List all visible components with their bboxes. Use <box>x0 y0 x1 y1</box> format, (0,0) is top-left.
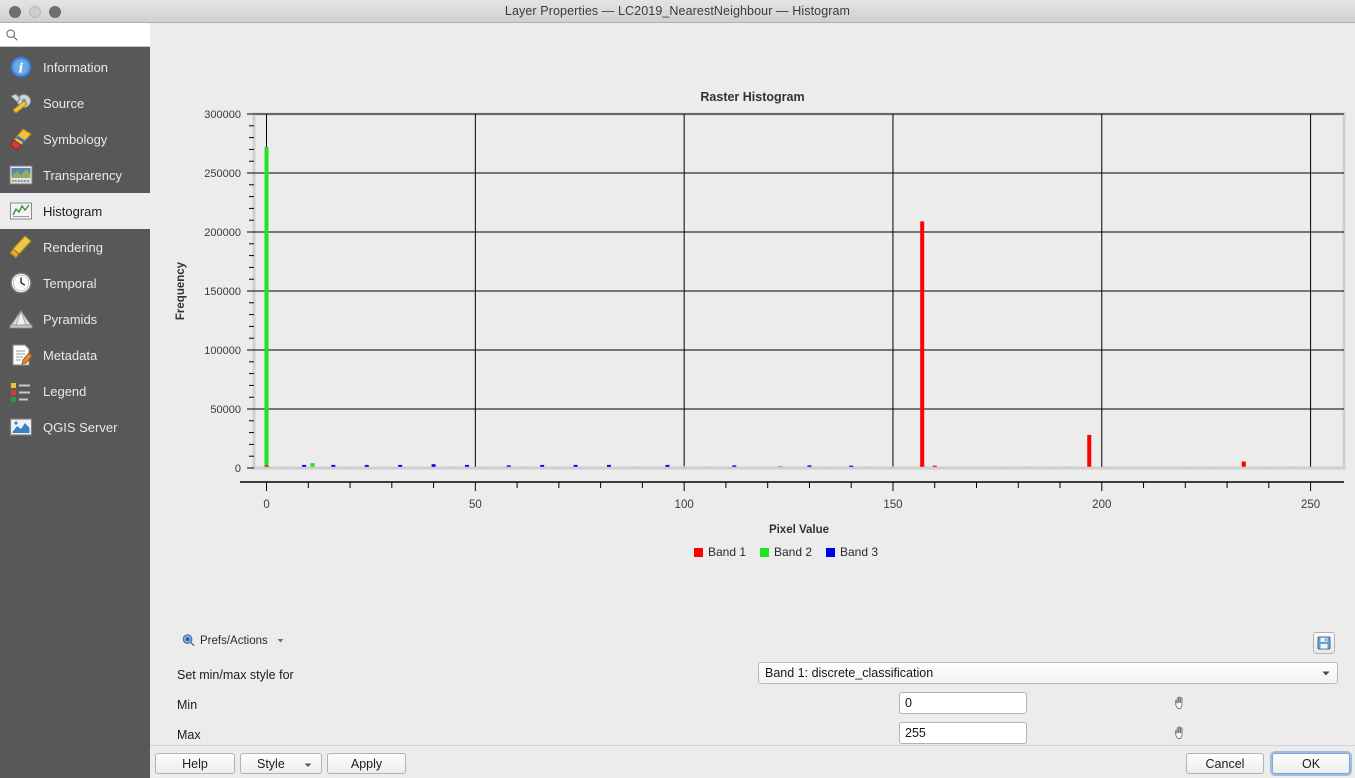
sidebar-item-label: Pyramids <box>43 311 98 327</box>
svg-text:200: 200 <box>1092 499 1111 511</box>
sidebar-item-label: Information <box>43 59 109 75</box>
svg-text:150000: 150000 <box>204 286 241 298</box>
chevron-down-icon <box>304 763 312 767</box>
information-icon: i <box>10 56 32 78</box>
sidebar-nav: i Information Source Symbology Transpare… <box>0 49 150 445</box>
symbology-icon <box>9 128 32 151</box>
svg-text:0: 0 <box>235 463 241 475</box>
prefs-actions-label: Prefs/Actions <box>200 634 268 647</box>
svg-text:Pixel Value: Pixel Value <box>769 524 829 536</box>
sidebar-item-label: Metadata <box>43 347 98 363</box>
chevron-down-icon <box>277 639 284 643</box>
sidebar-item-qgis-server[interactable]: QGIS Server <box>0 409 150 445</box>
svg-text:50000: 50000 <box>210 404 241 416</box>
band-select-combobox[interactable]: Band 1: discrete_classification <box>758 662 1338 684</box>
svg-text:Frequency: Frequency <box>175 261 187 320</box>
sidebar-item-source[interactable]: Source <box>0 85 150 121</box>
sidebar-item-symbology[interactable]: Symbology <box>0 121 150 157</box>
svg-text:150: 150 <box>883 499 902 511</box>
svg-text:250000: 250000 <box>204 168 241 180</box>
sidebar-item-legend[interactable]: Legend <box>0 373 150 409</box>
apply-button[interactable]: Apply <box>327 753 406 774</box>
close-window-button[interactable] <box>9 6 21 18</box>
svg-text:Band 3: Band 3 <box>840 545 878 559</box>
svg-text:i: i <box>19 62 24 77</box>
sidebar-item-label: Transparency <box>43 167 122 183</box>
search-input[interactable] <box>19 24 139 45</box>
cancel-button[interactable]: Cancel <box>1186 753 1264 774</box>
main-panel: Raster Histogram 0 50000 100000 150000 20000… <box>150 23 1355 745</box>
pyramids-icon <box>9 309 33 329</box>
sidebar-item-information[interactable]: i Information <box>0 49 150 85</box>
svg-text:100: 100 <box>675 499 694 511</box>
sidebar-item-label: Source <box>43 95 85 111</box>
sidebar-item-label: Symbology <box>43 131 108 147</box>
help-button[interactable]: Help <box>155 753 235 774</box>
set-minmax-style-label: Set min/max style for <box>177 668 294 682</box>
min-label: Min <box>177 698 198 712</box>
band-select-value: Band 1: discrete_classification <box>765 666 934 680</box>
sidebar-search[interactable] <box>0 23 150 47</box>
svg-text:Band 1: Band 1 <box>708 545 746 559</box>
prefs-actions-icon <box>182 634 195 647</box>
sidebar-item-transparency[interactable]: Transparency <box>0 157 150 193</box>
histogram-chart-svg[interactable]: 0 50000 100000 150000 200000 250000 300000 0 50 1… <box>154 28 1351 623</box>
layer-properties-window: Layer Properties — LC2019_NearestNeighbo… <box>0 0 1355 778</box>
metadata-icon <box>12 344 33 366</box>
min-picker-hand-icon[interactable] <box>1172 694 1190 712</box>
rendering-icon <box>9 235 32 259</box>
title-bar: Layer Properties — LC2019_NearestNeighbo… <box>0 0 1355 23</box>
save-floppy-icon <box>1317 636 1331 650</box>
svg-text:200000: 200000 <box>204 227 241 239</box>
sidebar-item-metadata[interactable]: Metadata <box>0 337 150 373</box>
max-input[interactable] <box>899 722 1027 744</box>
svg-text:0: 0 <box>263 499 269 511</box>
temporal-icon <box>10 272 32 294</box>
svg-text:300000: 300000 <box>204 109 241 121</box>
sidebar-item-temporal[interactable]: Temporal <box>0 265 150 301</box>
sidebar: i Information Source Symbology Transpare… <box>0 23 157 778</box>
svg-text:100000: 100000 <box>204 345 241 357</box>
max-label: Max <box>177 728 201 742</box>
qgis-server-icon <box>9 418 33 436</box>
svg-text:Band 2: Band 2 <box>774 545 812 559</box>
svg-text:50: 50 <box>469 499 482 511</box>
window-title: Layer Properties — LC2019_NearestNeighbo… <box>504 4 851 18</box>
maximize-window-button[interactable] <box>49 6 61 18</box>
max-picker-hand-icon[interactable] <box>1172 724 1190 742</box>
style-button-label: Style <box>257 756 285 771</box>
sidebar-item-label: Legend <box>43 383 87 399</box>
svg-text:250: 250 <box>1301 499 1320 511</box>
source-icon <box>10 93 31 114</box>
search-icon <box>6 28 18 41</box>
sidebar-item-rendering[interactable]: Rendering <box>0 229 150 265</box>
sidebar-item-histogram[interactable]: Histogram <box>0 193 150 229</box>
traffic-lights <box>9 6 61 18</box>
sidebar-item-label: Histogram <box>43 203 103 219</box>
legend-icon <box>11 383 30 402</box>
minimize-window-button[interactable] <box>29 6 41 18</box>
chevron-down-icon <box>1322 671 1330 676</box>
dialog-footer: Help Style Apply Cancel OK <box>150 745 1355 778</box>
histogram-controls: Prefs/Actions Set min/max style for Min … <box>150 621 1355 745</box>
style-button[interactable]: Style <box>240 753 322 774</box>
sidebar-item-pyramids[interactable]: Pyramids <box>0 301 150 337</box>
sidebar-item-label: QGIS Server <box>43 419 118 435</box>
sidebar-item-label: Rendering <box>43 239 103 255</box>
sidebar-item-label: Temporal <box>43 275 97 291</box>
save-histogram-button[interactable] <box>1313 632 1335 654</box>
ok-button[interactable]: OK <box>1272 753 1350 774</box>
histogram-plot: Raster Histogram 0 50000 100000 150000 20000… <box>154 28 1351 623</box>
transparency-icon <box>9 165 33 185</box>
prefs-actions-button[interactable]: Prefs/Actions <box>181 633 285 648</box>
histogram-icon <box>10 202 32 220</box>
min-input[interactable] <box>899 692 1027 714</box>
